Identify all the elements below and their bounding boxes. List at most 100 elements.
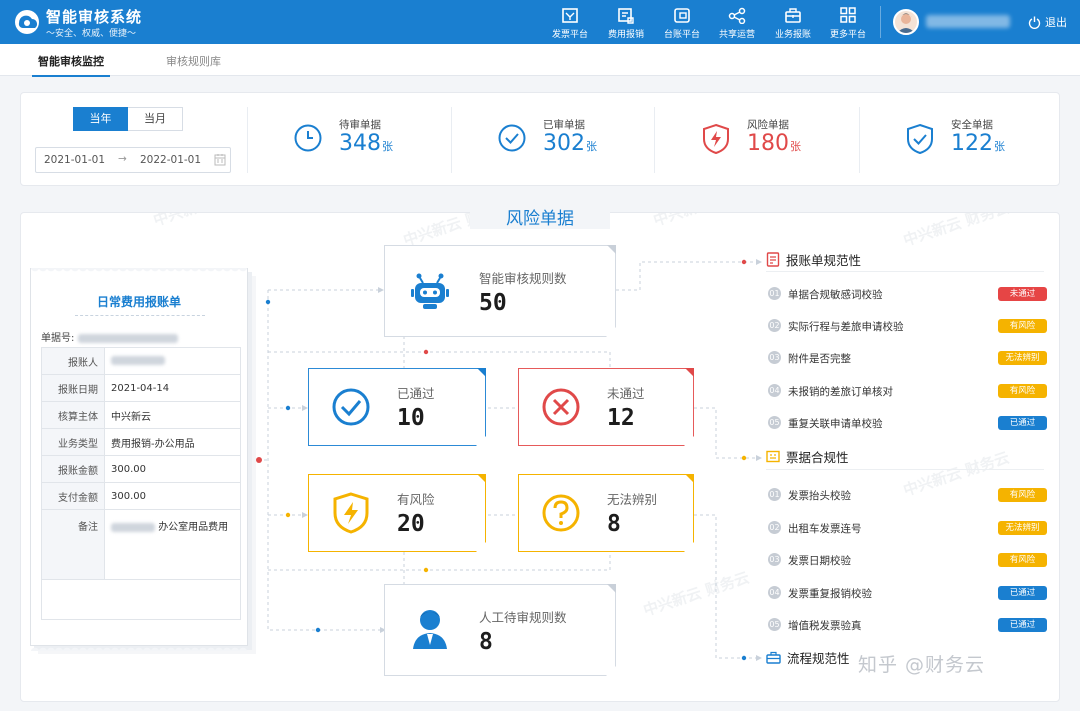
rule-number: 05 bbox=[768, 416, 781, 429]
briefcase-icon bbox=[785, 8, 801, 23]
rule-group-header[interactable]: 报账单规范性 bbox=[766, 250, 861, 269]
stats-card: 当年 当月 2021-01-01 → 2022-01-01 待审单据 348张 … bbox=[20, 92, 1060, 186]
receipt-number: 单据号: bbox=[41, 329, 178, 344]
receipt-fields-table: 报账人 报账日期 2021-04-14 核算主体 中兴新云 业务类型 费用报销-办公用… bbox=[41, 347, 241, 620]
receipt-title: 日常费用报账单 bbox=[96, 295, 181, 309]
nav-label: 台账平台 bbox=[663, 30, 700, 40]
rule-text: 重复关联申请单校验 bbox=[788, 418, 883, 430]
risky-card[interactable]: 有风险 20 bbox=[308, 474, 486, 552]
tab-smart-audit-monitor[interactable]: 智能审核监控 bbox=[32, 53, 110, 77]
rule-text: 单据合规敏感词校验 bbox=[788, 289, 883, 301]
list-item[interactable]: 02 出租车发票连号 无法辨别 bbox=[768, 519, 1050, 537]
calendar-icon[interactable] bbox=[214, 153, 226, 166]
stat-label: 已审单据 bbox=[543, 119, 585, 131]
tab-audit-rules-library[interactable]: 审核规则库 bbox=[166, 53, 221, 69]
rule-text: 发票抬头校验 bbox=[788, 490, 851, 502]
card-corner bbox=[685, 368, 694, 377]
field-key: 报账金额 bbox=[41, 455, 105, 483]
field-key: 报账人 bbox=[41, 347, 105, 375]
field-value: 办公室用品费用 bbox=[104, 509, 241, 580]
list-item[interactable]: 03 附件是否完整 无法辨别 bbox=[768, 349, 1050, 367]
list-item[interactable]: 05 增值税发票验真 已通过 bbox=[768, 616, 1050, 634]
rule-number: 04 bbox=[768, 586, 781, 599]
username-blurred bbox=[926, 15, 1010, 28]
card-label: 已通过 bbox=[397, 386, 435, 401]
field-value: 300.00 bbox=[104, 482, 241, 510]
list-item[interactable]: 02 实际行程与差旅申请校验 有风险 bbox=[768, 317, 1050, 335]
status-badge: 有风险 bbox=[998, 488, 1047, 502]
divider bbox=[859, 107, 860, 173]
rule-number: 05 bbox=[768, 618, 781, 631]
tab-bar: 智能审核监控 审核规则库 bbox=[0, 44, 1080, 77]
stat-value: 122张 bbox=[951, 131, 1005, 156]
avatar[interactable] bbox=[893, 9, 919, 35]
card-label: 有风险 bbox=[397, 492, 435, 507]
period-current-year-button[interactable]: 当年 bbox=[73, 107, 128, 131]
footer-watermark: 知乎 @财务云 bbox=[858, 654, 986, 676]
field-key: 核算主体 bbox=[41, 401, 105, 429]
watermark: 中兴新云 财务云 bbox=[641, 568, 752, 620]
date-range-picker[interactable]: 2021-01-01 → 2022-01-01 bbox=[35, 147, 231, 173]
user-icon bbox=[411, 607, 449, 651]
status-badge: 有风险 bbox=[998, 384, 1047, 398]
nav-ledger[interactable]: 台账平台 bbox=[652, 4, 712, 42]
card-label: 未通过 bbox=[607, 386, 645, 401]
nav-expense[interactable]: 费用报销 bbox=[596, 4, 656, 42]
user-avatar-icon bbox=[897, 13, 915, 33]
nav-share-ops[interactable]: 共享运营 bbox=[707, 4, 767, 42]
rule-number: 02 bbox=[768, 319, 781, 332]
field-key: 备注 bbox=[41, 509, 105, 580]
power-icon bbox=[1028, 16, 1041, 29]
rule-group-title: 报账单规范性 bbox=[786, 253, 862, 268]
divider bbox=[766, 469, 1044, 470]
smart-audit-rules-card[interactable]: 智能审核规则数 50 bbox=[384, 245, 616, 337]
failed-card[interactable]: 未通过 12 bbox=[518, 368, 694, 446]
divider bbox=[247, 107, 248, 173]
table-row: 业务类型 费用报销-办公用品 bbox=[41, 428, 241, 456]
manual-audit-rules-card[interactable]: 人工待审规则数 8 bbox=[384, 584, 616, 676]
nav-label: 共享运营 bbox=[718, 30, 755, 40]
watermark: 中兴新云 财务云 bbox=[150, 213, 261, 231]
rule-group-title: 流程规范性 bbox=[787, 651, 850, 666]
list-item[interactable]: 04 未报销的差旅订单核对 有风险 bbox=[768, 382, 1050, 400]
table-row: 备注 办公室用品费用 bbox=[41, 509, 241, 580]
question-circle-icon bbox=[541, 493, 581, 533]
empty-cell bbox=[41, 579, 241, 620]
list-item[interactable]: 01 单据合规敏感词校验 未通过 bbox=[768, 285, 1050, 303]
list-item[interactable]: 03 发票日期校验 有风险 bbox=[768, 551, 1050, 569]
table-row: 报账人 bbox=[41, 347, 241, 375]
date-start[interactable]: 2021-01-01 bbox=[44, 154, 105, 166]
rule-group-header[interactable]: 票据合规性 bbox=[766, 447, 849, 466]
stat-value: 180张 bbox=[747, 131, 801, 156]
list-item[interactable]: 05 重复关联申请单校验 已通过 bbox=[768, 414, 1050, 432]
rule-number: 01 bbox=[768, 488, 781, 501]
rule-group-header[interactable]: 流程规范性 bbox=[766, 648, 850, 667]
logout-button[interactable]: 退出 bbox=[1028, 14, 1067, 30]
nav-business-report[interactable]: 业务报账 bbox=[763, 4, 823, 42]
unidentifiable-card[interactable]: 无法辨别 8 bbox=[518, 474, 694, 552]
status-badge: 有风险 bbox=[998, 553, 1047, 567]
rule-text: 附件是否完整 bbox=[788, 353, 851, 365]
nav-invoice-platform[interactable]: 发票平台 bbox=[540, 4, 600, 42]
receipt-title-underline bbox=[75, 315, 205, 316]
card-value: 20 bbox=[397, 511, 425, 537]
stat-value: 302张 bbox=[543, 131, 597, 156]
top-header: 智能审核系统 ～安全、权威、便捷～ 发票平台 费用报销 台账平台 共享运营 业务… bbox=[0, 0, 1080, 44]
rule-text: 出租车发票连号 bbox=[788, 523, 862, 535]
rule-text: 增值税发票验真 bbox=[788, 620, 862, 632]
date-end[interactable]: 2022-01-01 bbox=[140, 154, 201, 166]
table-row: 核算主体 中兴新云 bbox=[41, 401, 241, 429]
list-item[interactable]: 01 发票抬头校验 有风险 bbox=[768, 486, 1050, 504]
expense-receipt[interactable]: 日常费用报账单 单据号: 报账人 报账日期 2021-04-14 核算主体 中兴新云… bbox=[30, 268, 248, 646]
invoice-icon bbox=[562, 8, 578, 23]
table-row bbox=[41, 579, 241, 620]
list-item[interactable]: 04 发票重复报销校验 已通过 bbox=[768, 584, 1050, 602]
app-subtitle: ～安全、权威、便捷～ bbox=[46, 29, 137, 39]
nav-more-platforms[interactable]: 更多平台 bbox=[818, 4, 878, 42]
field-value: 中兴新云 bbox=[104, 401, 241, 429]
period-current-month-button[interactable]: 当月 bbox=[128, 107, 183, 131]
passed-card[interactable]: 已通过 10 bbox=[308, 368, 486, 446]
field-value: 2021-04-14 bbox=[104, 374, 241, 402]
card-corner bbox=[685, 474, 694, 483]
card-label: 无法辨别 bbox=[607, 492, 658, 507]
